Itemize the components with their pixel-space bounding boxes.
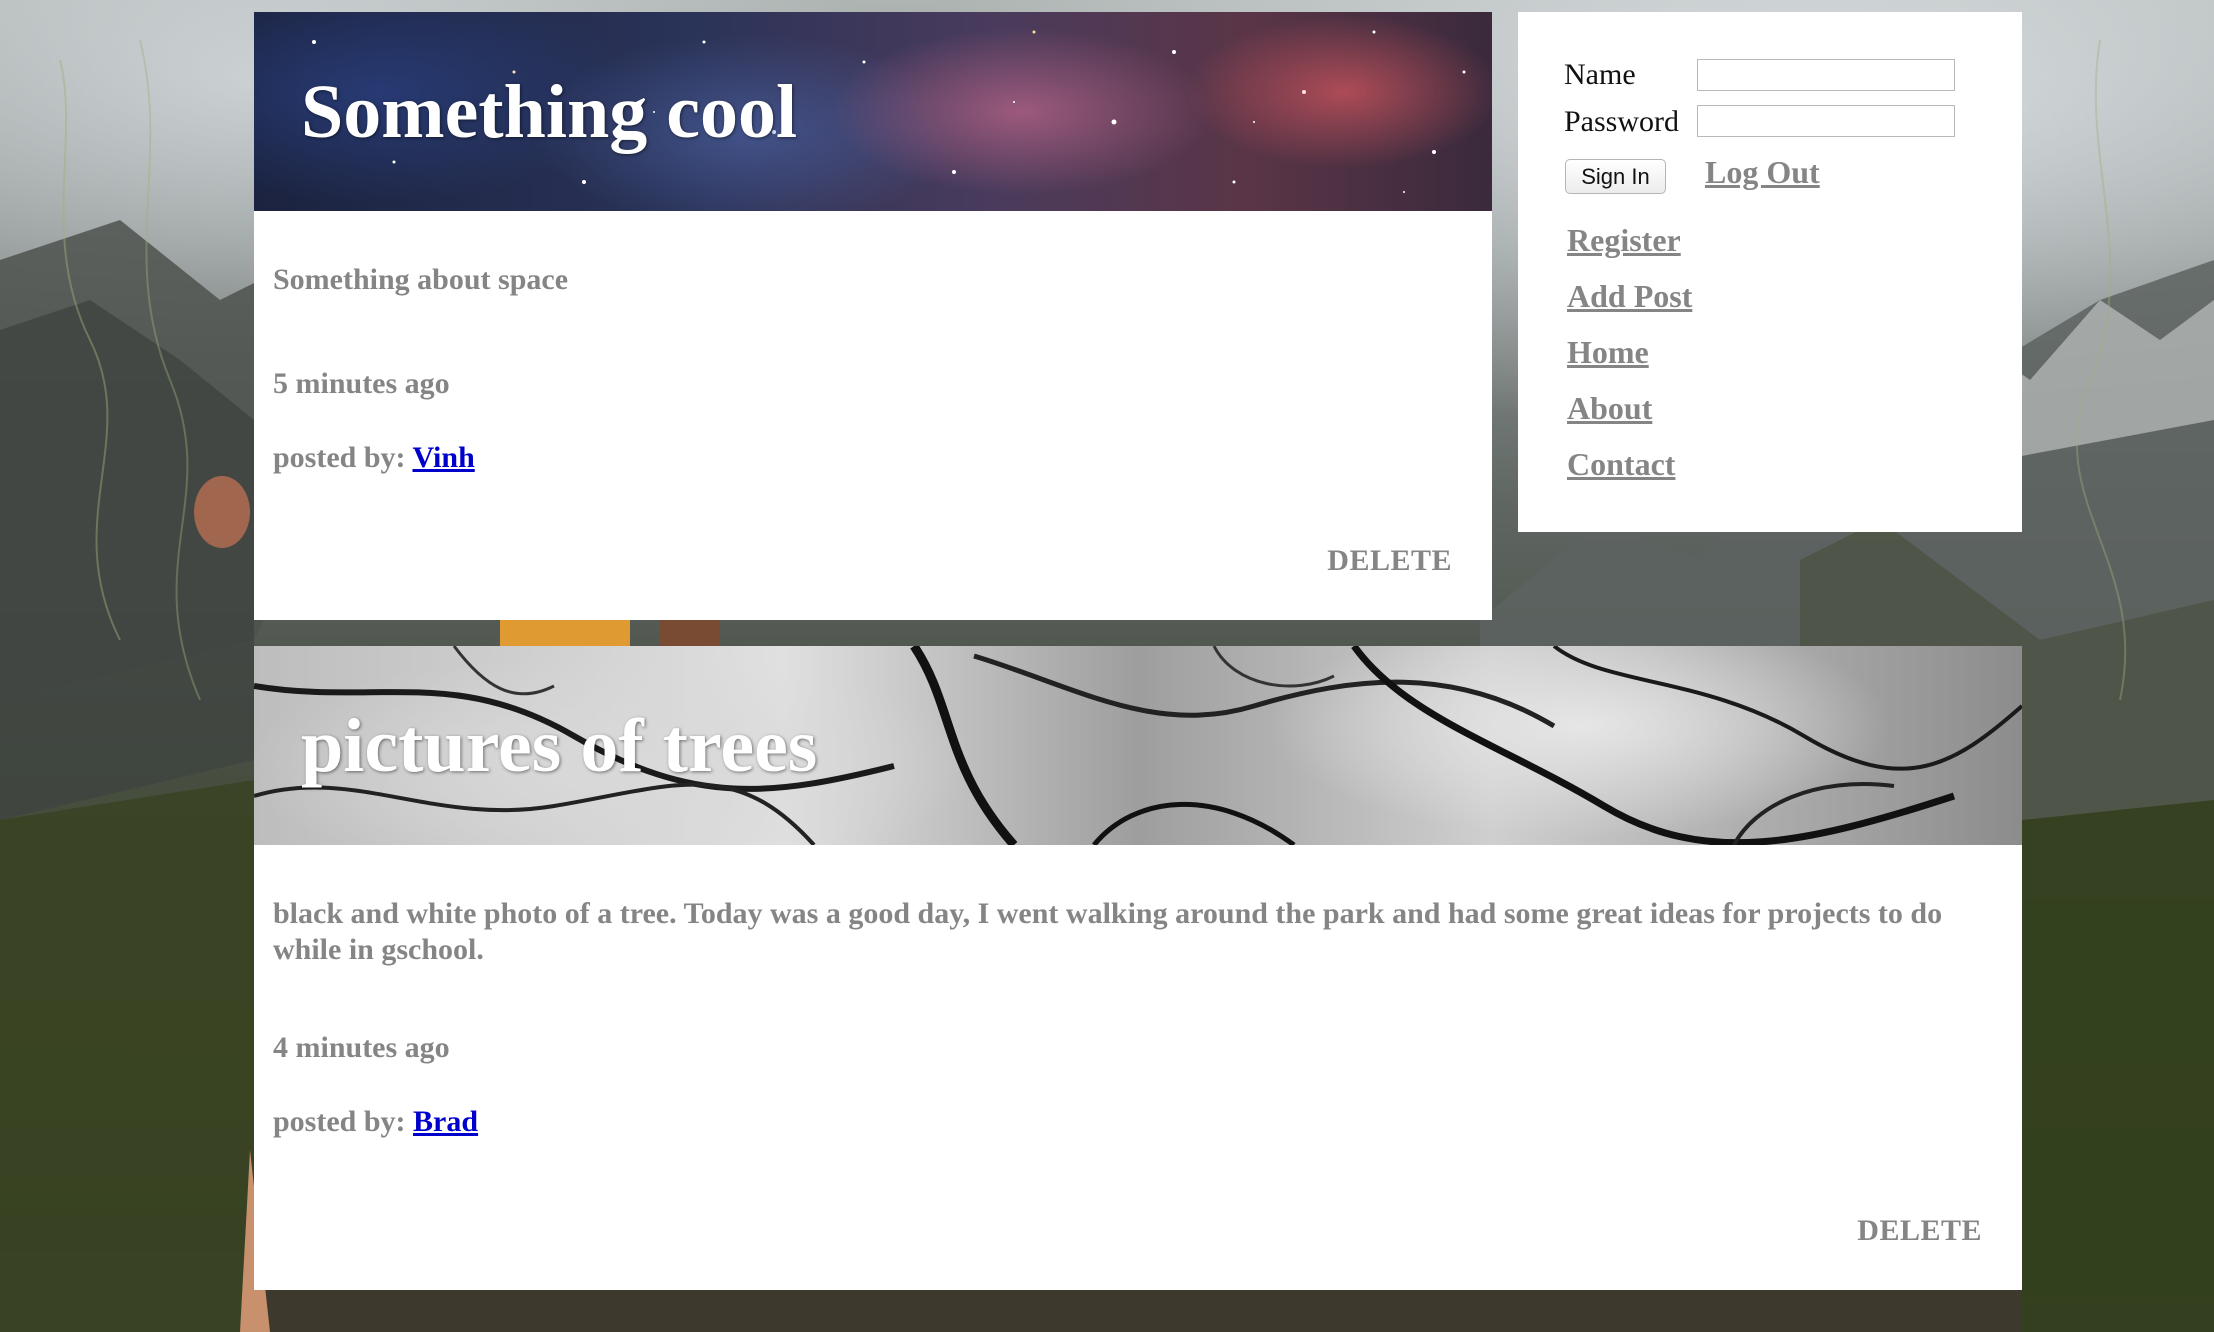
delete-post-button[interactable]: DELETE bbox=[1857, 1214, 1982, 1248]
nav-item-home: Home bbox=[1567, 324, 1692, 380]
delete-post-button[interactable]: DELETE bbox=[1327, 544, 1452, 578]
author-link[interactable]: Brad bbox=[413, 1105, 478, 1138]
post-body: Something about space 5 minutes ago post… bbox=[254, 262, 1492, 476]
nav-link-add-post[interactable]: Add Post bbox=[1567, 278, 1692, 314]
log-out-link[interactable]: Log Out bbox=[1705, 154, 1820, 191]
name-input[interactable] bbox=[1697, 59, 1955, 91]
post-title: pictures of trees bbox=[301, 703, 818, 788]
password-label: Password bbox=[1564, 105, 1680, 138]
post-description: black and white photo of a tree. Today w… bbox=[273, 897, 1943, 966]
posted-by-label: posted by: bbox=[273, 1105, 406, 1138]
post-author-line: posted by: Vinh bbox=[273, 440, 1454, 476]
post-description: Something about space bbox=[273, 263, 569, 296]
nav-link-about[interactable]: About bbox=[1567, 390, 1652, 426]
post-timestamp: 4 minutes ago bbox=[273, 1031, 450, 1064]
sign-in-button[interactable]: Sign In bbox=[1565, 159, 1666, 194]
sidebar-panel: Name Password Sign In Log Out Register A… bbox=[1518, 12, 2022, 532]
posted-by-label: posted by: bbox=[273, 441, 406, 474]
post-title: Something cool bbox=[301, 69, 798, 154]
post-body: black and white photo of a tree. Today w… bbox=[254, 896, 2022, 1140]
post-card: pictures of trees black and white photo … bbox=[254, 646, 2022, 1290]
nav-item-contact: Contact bbox=[1567, 436, 1692, 492]
nav-item-add-post: Add Post bbox=[1567, 268, 1692, 324]
post-banner-image: Something cool bbox=[254, 12, 1492, 211]
name-label: Name bbox=[1564, 58, 1636, 91]
author-link[interactable]: Vinh bbox=[413, 441, 475, 474]
nav-link-register[interactable]: Register bbox=[1567, 222, 1681, 258]
nav-link-home[interactable]: Home bbox=[1567, 334, 1649, 370]
sidebar-nav: Register Add Post Home About Contact bbox=[1567, 212, 1692, 492]
nav-item-register: Register bbox=[1567, 212, 1692, 268]
nav-item-about: About bbox=[1567, 380, 1692, 436]
nav-link-contact[interactable]: Contact bbox=[1567, 446, 1675, 482]
post-timestamp: 5 minutes ago bbox=[273, 367, 450, 400]
post-banner-image: pictures of trees bbox=[254, 646, 2022, 845]
password-input[interactable] bbox=[1697, 105, 1955, 137]
post-author-line: posted by: Brad bbox=[273, 1104, 1984, 1140]
post-card: Something cool Something about space 5 m… bbox=[254, 12, 1492, 620]
